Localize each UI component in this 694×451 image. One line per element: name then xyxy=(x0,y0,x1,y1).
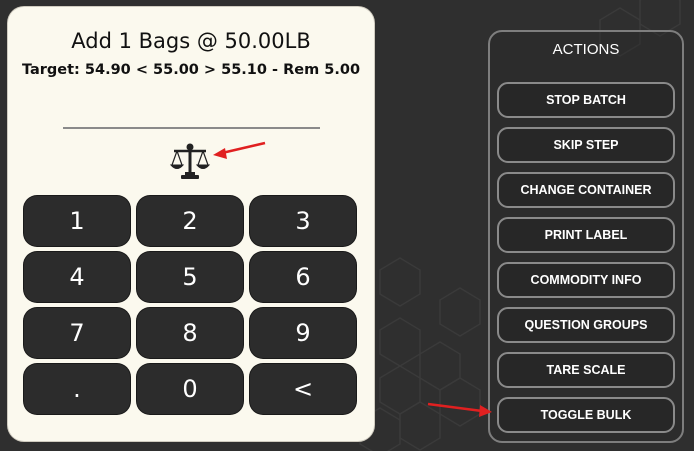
toggle-bulk-button[interactable]: TOGGLE BULK xyxy=(497,397,675,433)
scale-icon[interactable] xyxy=(169,142,211,182)
key-7[interactable]: 7 xyxy=(24,308,130,358)
numeric-keypad: 1 2 3 4 5 6 7 8 9 . 0 < xyxy=(24,196,360,420)
print-label-button[interactable]: PRINT LABEL xyxy=(497,217,675,253)
key-0[interactable]: 0 xyxy=(137,364,243,414)
key-decimal[interactable]: . xyxy=(24,364,130,414)
key-8[interactable]: 8 xyxy=(137,308,243,358)
actions-panel: ACTIONS STOP BATCH SKIP STEP CHANGE CONT… xyxy=(488,30,684,443)
batch-step-panel: Add 1 Bags @ 50.00LB Target: 54.90 < 55.… xyxy=(8,7,374,441)
tare-scale-button[interactable]: TARE SCALE xyxy=(497,352,675,388)
key-2[interactable]: 2 xyxy=(137,196,243,246)
skip-step-button[interactable]: SKIP STEP xyxy=(497,127,675,163)
key-6[interactable]: 6 xyxy=(250,252,356,302)
target-weight-text: Target: 54.90 < 55.00 > 55.10 - Rem 5.00 xyxy=(21,62,361,78)
key-3[interactable]: 3 xyxy=(250,196,356,246)
change-container-button[interactable]: CHANGE CONTAINER xyxy=(497,172,675,208)
step-title: Add 1 Bags @ 50.00LB xyxy=(71,29,311,53)
toggle-bulk-annotation-arrow xyxy=(427,402,492,417)
weight-input-field[interactable] xyxy=(63,127,320,129)
key-4[interactable]: 4 xyxy=(24,252,130,302)
commodity-info-button[interactable]: COMMODITY INFO xyxy=(497,262,675,298)
key-5[interactable]: 5 xyxy=(137,252,243,302)
stop-batch-button[interactable]: STOP BATCH xyxy=(497,82,675,118)
actions-title: ACTIONS xyxy=(552,41,620,58)
key-9[interactable]: 9 xyxy=(250,308,356,358)
key-backspace[interactable]: < xyxy=(250,364,356,414)
key-1[interactable]: 1 xyxy=(24,196,130,246)
question-groups-button[interactable]: QUESTION GROUPS xyxy=(497,307,675,343)
